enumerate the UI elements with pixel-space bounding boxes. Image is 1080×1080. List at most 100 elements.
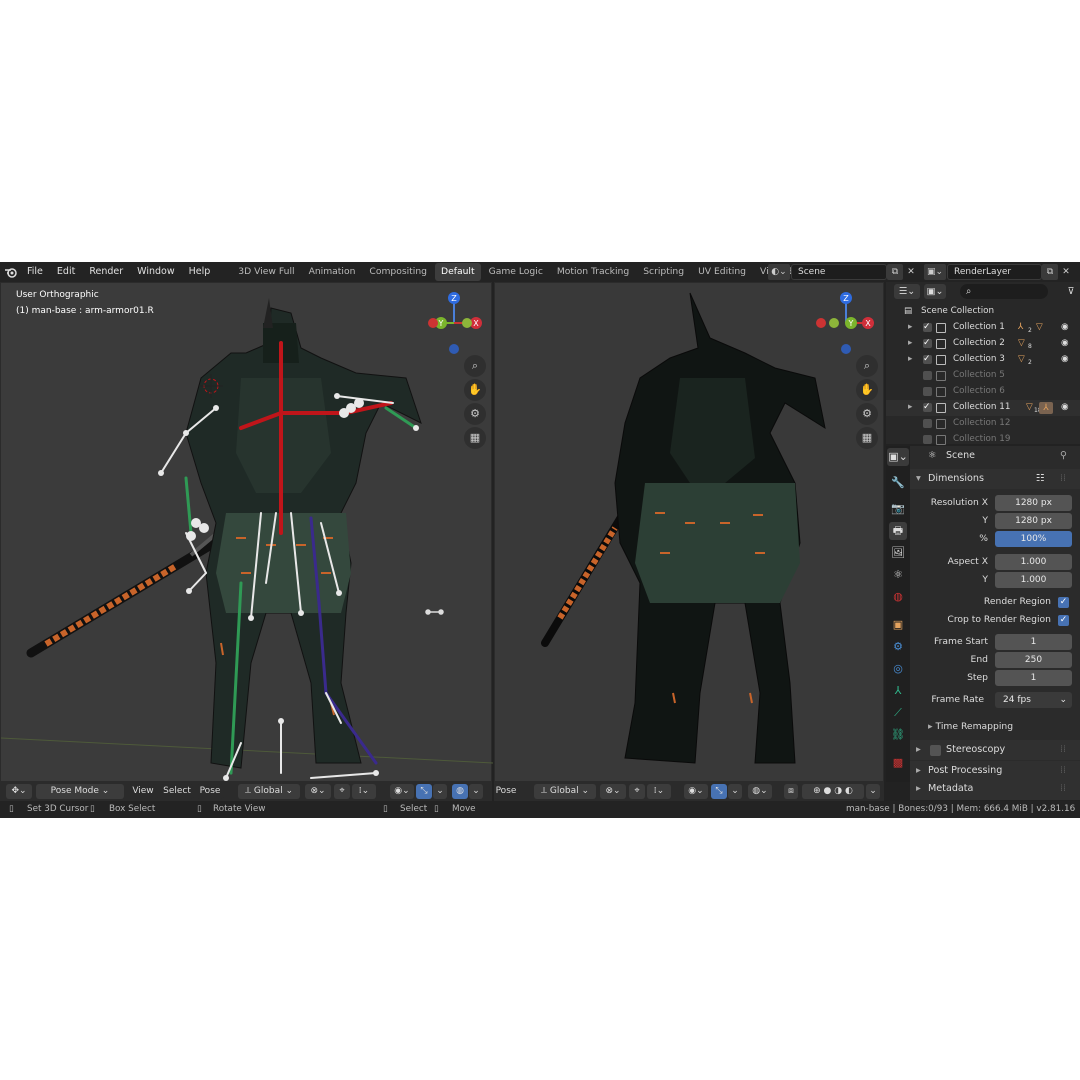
new-render-layer-icon[interactable]: ⧉ <box>1042 264 1058 280</box>
exclude-checkbox[interactable] <box>923 336 932 352</box>
visibility-eye-icon[interactable]: ◉ <box>1061 352 1069 368</box>
menu-view[interactable]: View <box>128 784 158 799</box>
drag-handle-icon[interactable]: ⁞⁞ <box>1060 778 1066 800</box>
texture-tab-icon[interactable]: ▩ <box>889 754 907 772</box>
outliner-collection-5[interactable]: Collection 5 <box>886 368 1080 384</box>
visibility-eye-icon[interactable]: ◉ <box>1061 320 1069 336</box>
navigation-gizmo[interactable]: Z X Y <box>421 289 489 359</box>
filter-icon[interactable]: ⊽ <box>1064 284 1078 299</box>
bone-constraint-tab-icon[interactable]: ⛓ <box>889 726 907 744</box>
grid-toggle-icon[interactable]: ▦ <box>464 427 486 449</box>
menu-window[interactable]: Window <box>130 262 181 282</box>
expand-arrow-icon[interactable]: ▸ <box>908 320 912 336</box>
physics-tab-icon[interactable]: ◎ <box>889 660 907 678</box>
exclude-checkbox[interactable] <box>923 400 932 416</box>
menu-pose[interactable]: Pose <box>494 784 518 799</box>
editor-type-icon[interactable]: ☰⌄ <box>894 284 920 299</box>
shading-mode-buttons[interactable]: ⊕ ● ◑ ◐ <box>802 784 864 799</box>
exclude-checkbox[interactable] <box>923 371 932 380</box>
render-tab-icon[interactable]: 📷 <box>889 500 907 518</box>
gizmo-dropdown-icon[interactable]: ⌄ <box>728 784 742 799</box>
expand-arrow-icon[interactable]: ▸ <box>908 336 912 352</box>
pivot-icon[interactable]: ⊗⌄ <box>600 784 626 799</box>
zoom-icon[interactable]: ⌕ <box>856 355 878 377</box>
aspect-x-field[interactable]: 1.000 <box>995 554 1072 570</box>
exclude-checkbox[interactable] <box>923 387 932 396</box>
pan-hand-icon[interactable]: ✋ <box>856 379 878 401</box>
orientation-dropdown[interactable]: ⟂ Global ⌄ <box>238 784 300 799</box>
expand-arrow-icon[interactable]: ▸ <box>908 400 912 416</box>
world-tab-icon[interactable]: ◍ <box>889 588 907 606</box>
mode-dropdown[interactable]: Pose Mode ⌄ <box>36 784 124 799</box>
presets-icon[interactable]: ☷ <box>1036 469 1045 489</box>
shading-dropdown-icon[interactable]: ⌄ <box>866 784 880 799</box>
drag-handle-icon[interactable]: ⁞⁞ <box>1060 740 1066 760</box>
frame-start-field[interactable]: 1 <box>995 634 1072 650</box>
grid-toggle-icon[interactable]: ▦ <box>856 427 878 449</box>
render-layer-selector-icon[interactable]: ▣⌄ <box>924 264 946 280</box>
resolution-y-field[interactable]: 1280 px <box>995 513 1072 529</box>
viewport-left[interactable]: User Orthographic (1) man-base : arm-arm… <box>0 282 493 782</box>
tab-3d-view-full[interactable]: 3D View Full <box>232 263 300 281</box>
time-remapping-subpanel[interactable]: ▸ Time Remapping <box>928 721 1013 732</box>
outliner-scene-collection[interactable]: ▤ Scene Collection <box>886 304 1080 320</box>
proportional-edit-icon[interactable]: ⁞⌄ <box>352 784 376 799</box>
render-region-checkbox[interactable]: ✓ <box>1058 597 1069 608</box>
scene-tab-icon[interactable]: ⚛ <box>889 566 907 584</box>
outliner-collection-3[interactable]: ▸ Collection 3 ▽ 2 ◉ <box>886 352 1080 368</box>
display-mode-icon[interactable]: ▣⌄ <box>924 284 946 299</box>
remove-render-layer-icon[interactable]: ✕ <box>1058 264 1074 280</box>
tab-uv-editing[interactable]: UV Editing <box>692 263 752 281</box>
outliner-collection-11[interactable]: ▸ Collection 11 ▽ 18 ⅄ ◉ <box>886 400 1080 416</box>
outliner-collection-2[interactable]: ▸ Collection 2 ▽ 8 ◉ <box>886 336 1080 352</box>
stereoscopy-section-header[interactable]: ▸ Stereoscopy ⁞⁞ <box>910 740 1080 760</box>
camera-view-icon[interactable]: ⚙ <box>856 403 878 425</box>
remove-scene-icon[interactable]: ✕ <box>903 264 919 280</box>
editor-type-icon[interactable]: ▣⌄ <box>887 448 909 466</box>
frame-end-field[interactable]: 250 <box>995 652 1072 668</box>
metadata-section-header[interactable]: ▸ Metadata ⁞⁞ <box>910 778 1080 800</box>
visibility-eye-icon[interactable]: ◉ <box>1061 400 1069 416</box>
tab-default[interactable]: Default <box>435 263 481 281</box>
gizmo-toggle-icon[interactable]: ⤡ <box>416 784 432 799</box>
tab-game-logic[interactable]: Game Logic <box>483 263 549 281</box>
visibility-icon[interactable]: ◉⌄ <box>390 784 414 799</box>
tool-tab-icon[interactable]: 🔧 <box>889 474 907 492</box>
overlay-dropdown-icon[interactable]: ⌄ <box>469 784 483 799</box>
zoom-icon[interactable]: ⌕ <box>464 355 486 377</box>
pan-hand-icon[interactable]: ✋ <box>464 379 486 401</box>
stereoscopy-checkbox[interactable] <box>930 745 941 756</box>
menu-file[interactable]: File <box>20 262 50 282</box>
tab-scripting[interactable]: Scripting <box>637 263 690 281</box>
viewport-right[interactable]: Z X Y ⌕ ✋ ⚙ ▦ <box>494 282 884 782</box>
render-layer-name-field[interactable]: RenderLayer <box>947 264 1042 280</box>
outliner-collection-12[interactable]: Collection 12 <box>886 416 1080 432</box>
scene-selector-icon[interactable]: ◐⌄ <box>768 264 790 280</box>
overlay-toggle-icon[interactable]: ◍⌄ <box>748 784 772 799</box>
new-scene-icon[interactable]: ⧉ <box>887 264 903 280</box>
aspect-y-field[interactable]: 1.000 <box>995 572 1072 588</box>
expand-arrow-icon[interactable]: ▸ <box>908 352 912 368</box>
modifier-tab-icon[interactable]: ⚙ <box>889 638 907 656</box>
navigation-gizmo-right[interactable]: Z X Y <box>813 289 881 359</box>
snap-icon[interactable]: ⌖ <box>629 784 645 799</box>
crop-render-region-checkbox[interactable]: ✓ <box>1058 615 1069 626</box>
exclude-checkbox[interactable] <box>923 435 932 444</box>
menu-edit[interactable]: Edit <box>50 262 82 282</box>
proportional-edit-icon[interactable]: ⁞⌄ <box>647 784 671 799</box>
menu-pose[interactable]: Pose <box>196 784 224 799</box>
tab-motion-tracking[interactable]: Motion Tracking <box>551 263 635 281</box>
pin-icon[interactable]: ⚲ <box>1060 450 1067 461</box>
exclude-checkbox[interactable] <box>923 419 932 428</box>
tab-compositing[interactable]: Compositing <box>363 263 433 281</box>
view-layer-tab-icon[interactable]: 🖼 <box>889 544 907 562</box>
object-data-tab-icon[interactable]: ⅄ <box>889 682 907 700</box>
snap-icon[interactable]: ⌖ <box>334 784 350 799</box>
orientation-dropdown[interactable]: ⟂ Global ⌄ <box>534 784 596 799</box>
scene-name-field[interactable]: Scene <box>791 264 887 280</box>
editor-type-icon[interactable]: ✥⌄ <box>6 784 32 799</box>
exclude-checkbox[interactable] <box>923 352 932 368</box>
visibility-eye-icon[interactable]: ◉ <box>1061 336 1069 352</box>
resolution-percent-field[interactable]: 100% <box>995 531 1072 547</box>
tab-animation[interactable]: Animation <box>303 263 362 281</box>
